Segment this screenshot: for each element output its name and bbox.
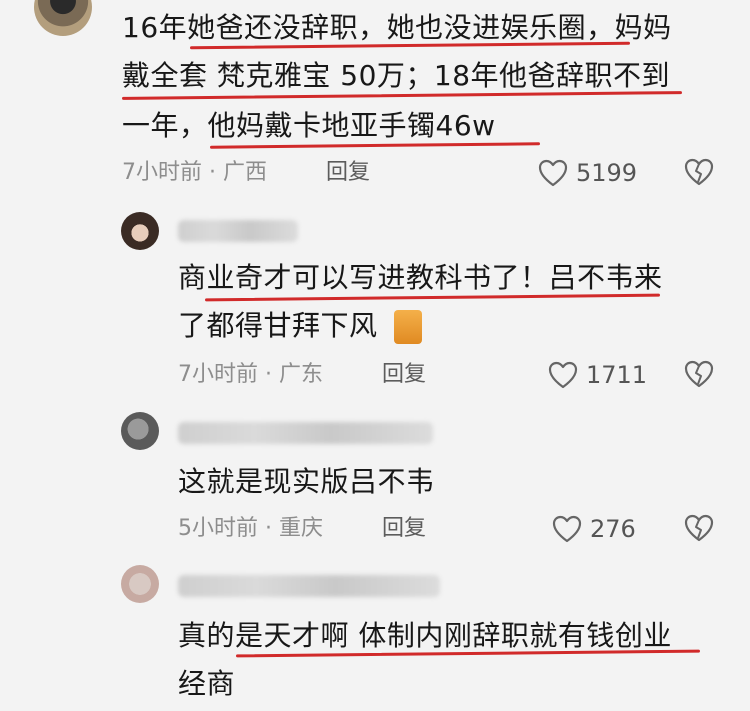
- like-button[interactable]: 5199: [538, 158, 637, 188]
- like-button[interactable]: 1711: [548, 360, 647, 390]
- comment-text-line: 一年，他妈戴卡地亚手镯46w: [122, 109, 496, 142]
- username-blurred[interactable]: [178, 575, 440, 597]
- heart-icon: [548, 361, 578, 389]
- avatar[interactable]: [121, 212, 159, 250]
- separator: ·: [209, 160, 216, 185]
- location-text: 广西: [223, 160, 268, 185]
- reply-button[interactable]: 回复: [326, 158, 370, 188]
- time-text: 7小时前: [122, 160, 202, 185]
- comment-text-line: 了都得甘拜下风: [178, 309, 378, 342]
- comment-text-line: 经商: [178, 667, 236, 700]
- heart-icon: [552, 515, 582, 543]
- reply-button[interactable]: 回复: [382, 360, 426, 390]
- username-blurred[interactable]: [178, 220, 298, 242]
- separator: ·: [265, 362, 272, 387]
- time-text: 7小时前: [178, 362, 258, 387]
- location-text: 广东: [279, 362, 324, 387]
- avatar[interactable]: [121, 412, 159, 450]
- heart-icon: [538, 159, 568, 187]
- comment-text-line: 这就是现实版吕不韦: [178, 465, 435, 498]
- dislike-icon[interactable]: [684, 514, 714, 542]
- comment-meta: 5小时前 · 重庆: [178, 514, 323, 544]
- like-button[interactable]: 276: [552, 514, 636, 544]
- dislike-icon[interactable]: [684, 158, 714, 186]
- cat-emoji-icon: [394, 310, 422, 344]
- username-blurred[interactable]: [178, 422, 433, 444]
- comment-meta: 7小时前 · 广西: [122, 158, 267, 188]
- location-text: 重庆: [279, 516, 324, 541]
- like-count: 276: [590, 515, 636, 543]
- avatar[interactable]: [34, 0, 92, 36]
- comment-meta: 7小时前 · 广东: [178, 360, 323, 390]
- reply-button[interactable]: 回复: [382, 514, 426, 544]
- dislike-icon[interactable]: [684, 360, 714, 388]
- like-count: 1711: [586, 361, 648, 389]
- like-count: 5199: [576, 159, 638, 187]
- time-text: 5小时前: [178, 516, 258, 541]
- separator: ·: [265, 516, 272, 541]
- avatar[interactable]: [121, 565, 159, 603]
